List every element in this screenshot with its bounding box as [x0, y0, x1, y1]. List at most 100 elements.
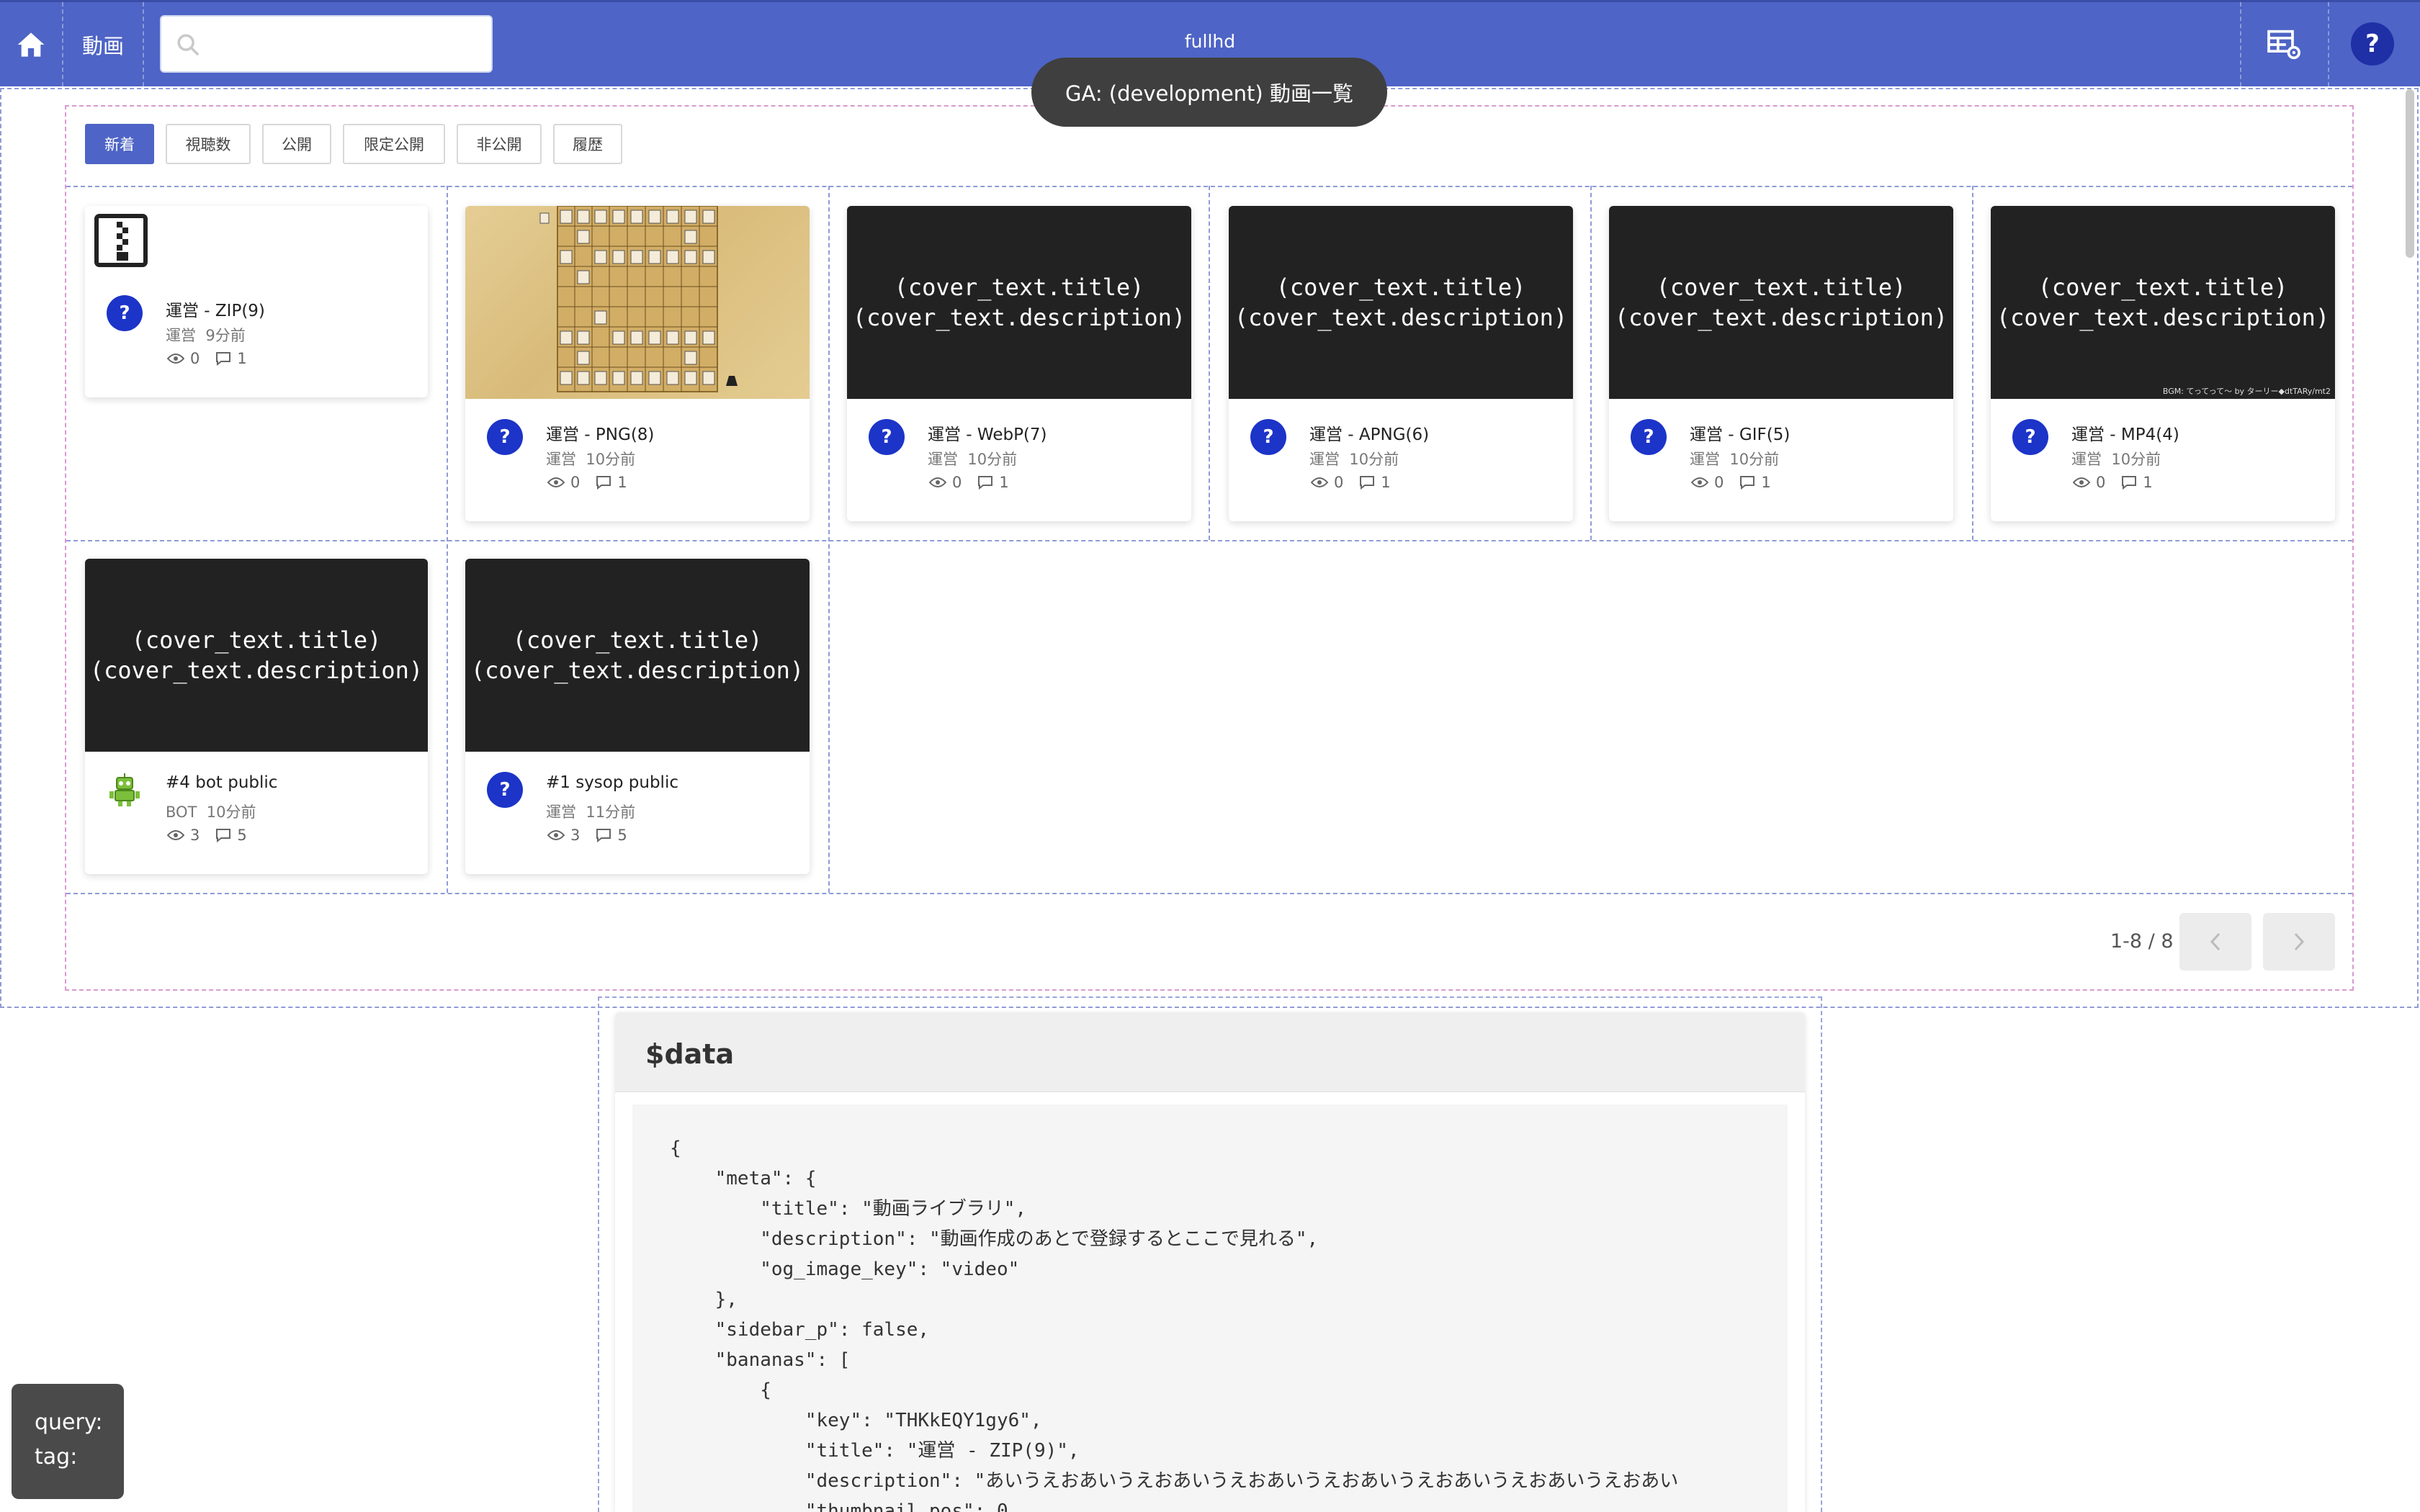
- view-count: 3: [570, 827, 581, 844]
- card-time: 10分前: [967, 451, 1018, 468]
- tab-public[interactable]: 公開: [262, 124, 331, 164]
- tab-limited[interactable]: 限定公開: [343, 124, 445, 164]
- video-thumbnail[interactable]: (cover_text.title) (cover_text.descripti…: [85, 559, 428, 752]
- card-stats: 0 1: [1311, 474, 1391, 491]
- video-card[interactable]: (cover_text.title) (cover_text.descripti…: [847, 206, 1191, 521]
- search-icon: [177, 34, 200, 56]
- tab-private[interactable]: 非公開: [457, 124, 542, 164]
- tab-views[interactable]: 視聴数: [166, 124, 251, 164]
- video-card[interactable]: ? 運営 - PNG(8) 運営 10分前 0 1: [465, 206, 810, 521]
- video-card[interactable]: (cover_text.title) (cover_text.descripti…: [1229, 206, 1573, 521]
- card-title[interactable]: 運営 - APNG(6): [1309, 420, 1429, 445]
- eye-icon: [167, 354, 184, 364]
- scrollbar-thumb[interactable]: [2406, 89, 2414, 258]
- tag-label: tag:: [35, 1444, 78, 1470]
- tab-new[interactable]: 新着: [85, 124, 154, 164]
- eye-icon: [1311, 477, 1328, 487]
- query-label: query:: [35, 1410, 103, 1435]
- video-card[interactable]: (cover_text.title) (cover_text.descripti…: [465, 559, 810, 874]
- card-title[interactable]: 運営 - GIF(5): [1690, 420, 1790, 445]
- grid-divider: [447, 186, 448, 893]
- avatar[interactable]: ?: [1631, 419, 1667, 455]
- card-title[interactable]: 運営 - ZIP(9): [166, 297, 265, 321]
- card-author: 運営: [546, 451, 576, 468]
- view-count: 0: [2096, 474, 2106, 491]
- eye-icon: [2073, 477, 2090, 487]
- avatar[interactable]: ?: [1250, 419, 1286, 455]
- cover-description: (cover_text.description): [89, 657, 424, 684]
- query-debug-box: query: tag:: [12, 1384, 124, 1499]
- card-title[interactable]: #4 bot public: [166, 773, 277, 792]
- card-title[interactable]: 運営 - MP4(4): [2071, 420, 2179, 445]
- grid-divider: [828, 186, 830, 893]
- card-time: 9分前: [205, 327, 246, 344]
- card-meta: BOT 10分前: [166, 801, 256, 822]
- card-time: 10分前: [206, 804, 256, 821]
- video-thumbnail[interactable]: (cover_text.title) (cover_text.descripti…: [1609, 206, 1953, 399]
- avatar[interactable]: ?: [107, 295, 143, 331]
- help-button[interactable]: ?: [2351, 22, 2394, 66]
- cover-description: (cover_text.description): [1996, 304, 2330, 331]
- grid-divider: [1972, 186, 1973, 540]
- eye-icon: [167, 830, 184, 840]
- video-card[interactable]: ? 運営 - ZIP(9) 運営 9分前 0 1: [85, 206, 428, 397]
- table-settings-button[interactable]: [2241, 2, 2329, 86]
- card-stats: 0 1: [1691, 474, 1771, 491]
- cover-description: (cover_text.description): [470, 657, 805, 684]
- card-author: 運営: [1309, 451, 1340, 468]
- card-meta: 運営 10分前: [1690, 448, 1779, 469]
- avatar[interactable]: ?: [2012, 419, 2048, 455]
- next-page-button[interactable]: [2263, 913, 2335, 971]
- card-stats: 0 1: [167, 350, 247, 367]
- card-author: 運営: [166, 327, 196, 344]
- card-title[interactable]: 運営 - WebP(7): [928, 420, 1047, 445]
- card-stats: 3 5: [547, 827, 627, 844]
- robot-avatar-icon[interactable]: [107, 772, 143, 808]
- card-title[interactable]: #1 sysop public: [546, 773, 678, 792]
- card-time: 10分前: [2111, 451, 2161, 468]
- shogi-board-image: [539, 206, 738, 392]
- avatar[interactable]: ?: [487, 772, 523, 808]
- avatar[interactable]: ?: [869, 419, 905, 455]
- card-time: 10分前: [1349, 451, 1399, 468]
- card-time: 10分前: [1729, 451, 1780, 468]
- comment-count: 5: [237, 827, 247, 844]
- bgm-credit: BGM: てってって～ by ターリー◆dtTARy/mt2: [2162, 387, 2331, 396]
- card-meta: 運営 11分前: [546, 801, 635, 822]
- cover-title: (cover_text.title): [1656, 274, 1906, 301]
- comment-icon: [978, 476, 993, 490]
- view-count: 0: [570, 474, 581, 491]
- card-stats: 0 1: [2073, 474, 2153, 491]
- grid-divider: [1209, 186, 1210, 540]
- cover-description: (cover_text.description): [1614, 304, 1948, 331]
- prev-page-button[interactable]: [2179, 913, 2251, 971]
- video-card[interactable]: (cover_text.title) (cover_text.descripti…: [85, 559, 428, 874]
- cover-description: (cover_text.description): [1234, 304, 1568, 331]
- video-thumbnail[interactable]: (cover_text.title) (cover_text.descripti…: [847, 206, 1191, 399]
- video-thumbnail[interactable]: (cover_text.title) (cover_text.descripti…: [1229, 206, 1573, 399]
- comment-count: 1: [2143, 474, 2153, 491]
- brand-link[interactable]: 動画: [63, 2, 144, 86]
- video-thumbnail[interactable]: (cover_text.title) (cover_text.descripti…: [465, 559, 810, 752]
- tab-history[interactable]: 履歴: [553, 124, 622, 164]
- cover-title: (cover_text.title): [2038, 274, 2288, 301]
- card-title[interactable]: 運営 - PNG(8): [546, 420, 654, 445]
- video-card[interactable]: (cover_text.title) (cover_text.descripti…: [1991, 206, 2335, 521]
- card-author: 運営: [1690, 451, 1720, 468]
- cover-title: (cover_text.title): [894, 274, 1144, 301]
- view-count: 0: [952, 474, 962, 491]
- search-input[interactable]: [205, 17, 488, 73]
- home-button[interactable]: [0, 2, 63, 86]
- search-box[interactable]: [160, 15, 493, 73]
- avatar[interactable]: ?: [487, 419, 523, 455]
- comment-icon: [1360, 476, 1375, 490]
- video-thumbnail[interactable]: (cover_text.title) (cover_text.descripti…: [1991, 206, 2335, 399]
- grid-divider: [1590, 186, 1592, 540]
- comment-icon: [216, 352, 231, 366]
- table-settings-icon: [2267, 30, 2300, 59]
- video-card[interactable]: (cover_text.title) (cover_text.descripti…: [1609, 206, 1953, 521]
- data-json-view[interactable]: { "meta": { "title": "動画ライブラリ", "descrip…: [632, 1104, 1788, 1512]
- comment-icon: [2122, 476, 2137, 490]
- comment-count: 1: [1761, 474, 1771, 491]
- video-thumbnail[interactable]: [465, 206, 810, 399]
